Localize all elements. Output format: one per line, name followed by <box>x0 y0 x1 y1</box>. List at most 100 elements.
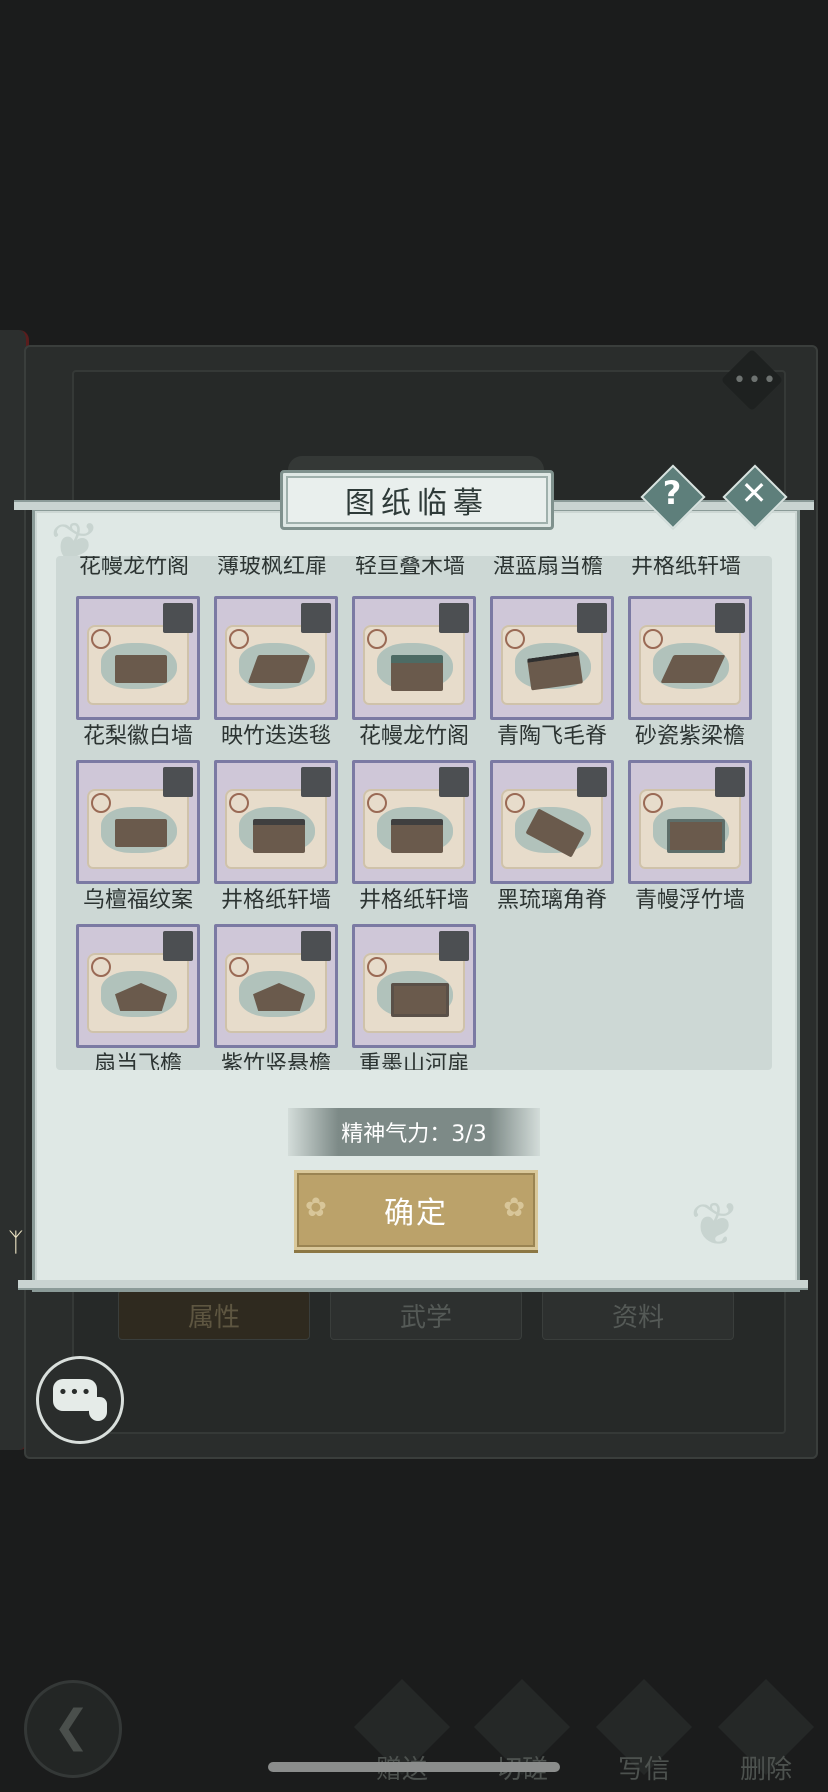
seal-icon <box>367 957 387 977</box>
blueprint-thumbnail <box>76 596 200 720</box>
blueprint-card[interactable]: 砂瓷紫梁檐 <box>628 596 752 749</box>
tab-info[interactable]: 资料 <box>542 1290 734 1340</box>
blueprint-thumbnail <box>76 924 200 1048</box>
blueprint-name: 井格纸轩墙 <box>358 888 469 913</box>
blueprint-name: 映竹迭迭毯 <box>220 724 331 749</box>
select-checkbox[interactable] <box>301 767 331 797</box>
select-checkbox[interactable] <box>439 931 469 961</box>
blueprint-name: 井格纸轩墙 <box>220 888 331 913</box>
write-letter-button[interactable]: 写信 <box>595 1678 693 1785</box>
temple-model-icon <box>391 983 449 1017</box>
partial-item-label: 轻亘叠木墙 <box>354 556 465 579</box>
blueprint-thumbnail <box>352 760 476 884</box>
select-checkbox[interactable] <box>163 767 193 797</box>
mat-model-icon <box>247 655 311 683</box>
flower-icon: ✿ <box>305 1193 329 1223</box>
tab-attributes[interactable]: 属性 <box>118 1290 310 1340</box>
blueprint-card[interactable]: 青陶飞毛脊 <box>490 596 614 749</box>
blueprint-card[interactable]: 井格纸轩墙 <box>214 760 338 913</box>
seal-icon <box>229 793 249 813</box>
back-icon: ❮ <box>53 1701 90 1752</box>
bamboo-wall-model-icon <box>667 819 725 853</box>
select-checkbox[interactable] <box>577 767 607 797</box>
blueprint-name: 青陶飞毛脊 <box>496 724 607 749</box>
select-checkbox[interactable] <box>577 603 607 633</box>
partial-item-label: 薄玻枫红扉 <box>216 556 327 579</box>
delete-button[interactable]: 删除 <box>717 1678 815 1785</box>
blueprint-card[interactable]: 紫竹竖悬檐 <box>214 924 338 1070</box>
gourd-icon <box>89 1397 107 1421</box>
write-letter-label: 写信 <box>617 1755 670 1785</box>
blueprint-card[interactable]: 花梨徽白墙 <box>76 596 200 749</box>
flower-icon: ✿ <box>503 1193 527 1223</box>
select-checkbox[interactable] <box>163 931 193 961</box>
blueprint-card[interactable]: 乌檀福纹案 <box>76 760 200 913</box>
blueprint-thumbnail <box>490 760 614 884</box>
question-icon: ? <box>662 474 682 512</box>
delete-label: 删除 <box>739 1755 792 1785</box>
blueprint-card[interactable]: 重墨山河扉 <box>352 924 476 1070</box>
chat-button[interactable]: ••• <box>36 1356 124 1444</box>
select-checkbox[interactable] <box>715 603 745 633</box>
select-checkbox[interactable] <box>301 603 331 633</box>
blueprint-card[interactable]: 青幔浮竹墙 <box>628 760 752 913</box>
partial-item-label: 井格纸轩墙 <box>630 556 741 579</box>
select-checkbox[interactable] <box>439 603 469 633</box>
select-checkbox[interactable] <box>439 767 469 797</box>
house-model-icon <box>115 655 167 683</box>
blueprint-name: 重墨山河扉 <box>358 1052 469 1070</box>
desk-model-icon <box>115 819 167 847</box>
blueprint-card[interactable]: 井格纸轩墙 <box>352 760 476 913</box>
blueprint-name: 花幔龙竹阁 <box>358 724 469 749</box>
more-dots: ••• <box>733 368 778 393</box>
blueprint-card[interactable]: 黑琉璃角脊 <box>490 760 614 913</box>
wall-model-icon <box>391 819 443 853</box>
blueprint-thumbnail <box>352 596 476 720</box>
modal-bottom-scroll-rod <box>18 1280 808 1290</box>
blueprint-thumbnail <box>490 596 614 720</box>
blueprint-thumbnail <box>352 924 476 1048</box>
select-checkbox[interactable] <box>301 931 331 961</box>
seal-icon <box>505 629 525 649</box>
blueprint-name: 紫竹竖悬檐 <box>220 1052 331 1070</box>
help-button[interactable]: ? <box>640 464 706 530</box>
bamboo-decoration-icon: ❦ <box>690 1190 741 1260</box>
blueprint-card[interactable]: 映竹迭迭毯 <box>214 596 338 749</box>
confirm-label: 确定 <box>384 1196 448 1231</box>
blueprint-thumbnail <box>628 760 752 884</box>
blueprint-thumbnail <box>214 924 338 1048</box>
seal-icon <box>91 793 111 813</box>
blueprint-name: 花梨徽白墙 <box>82 724 193 749</box>
select-checkbox[interactable] <box>163 603 193 633</box>
wall-model-icon <box>253 819 305 853</box>
blueprint-name: 黑琉璃角脊 <box>496 888 607 913</box>
blueprint-name: 砂瓷紫梁檐 <box>634 724 745 749</box>
blueprint-thumbnail <box>214 760 338 884</box>
tab-martial-arts[interactable]: 武学 <box>330 1290 522 1340</box>
seal-icon <box>229 957 249 977</box>
butterfly-icon: ᛉ <box>8 1228 24 1258</box>
pavilion-model-icon <box>391 655 443 691</box>
close-button[interactable]: ✕ <box>722 464 788 530</box>
select-checkbox[interactable] <box>715 767 745 797</box>
seal-icon <box>643 629 663 649</box>
close-icon: ✕ <box>740 474 768 512</box>
partial-item-label: 湛蓝扇当檐 <box>492 556 603 579</box>
background-tabs: 属性 武学 资料 <box>118 1290 738 1340</box>
blueprint-thumbnail <box>628 596 752 720</box>
blueprint-thumbnail <box>214 596 338 720</box>
blueprint-grid[interactable]: 花幔龙竹阁 薄玻枫红扉 轻亘叠木墙 湛蓝扇当檐 井格纸轩墙 花梨徽白墙 映竹迭迭… <box>56 556 772 1070</box>
seal-icon <box>367 793 387 813</box>
confirm-button[interactable]: ✿ 确定 ✿ <box>294 1170 538 1250</box>
seal-icon <box>367 629 387 649</box>
stamina-display: 精神气力：3/3 <box>288 1108 540 1156</box>
blueprint-name: 乌檀福纹案 <box>82 888 193 913</box>
blueprint-card[interactable]: 花幔龙竹阁 <box>352 596 476 749</box>
home-indicator[interactable] <box>268 1762 560 1772</box>
seal-icon <box>91 629 111 649</box>
blueprint-name: 扇当飞檐 <box>93 1052 182 1070</box>
blueprint-card[interactable]: 扇当飞檐 <box>76 924 200 1070</box>
partial-row: 花幔龙竹阁 薄玻枫红扉 轻亘叠木墙 湛蓝扇当檐 井格纸轩墙 <box>56 556 772 580</box>
seal-icon <box>229 629 249 649</box>
back-button[interactable]: ❮ <box>24 1680 122 1778</box>
